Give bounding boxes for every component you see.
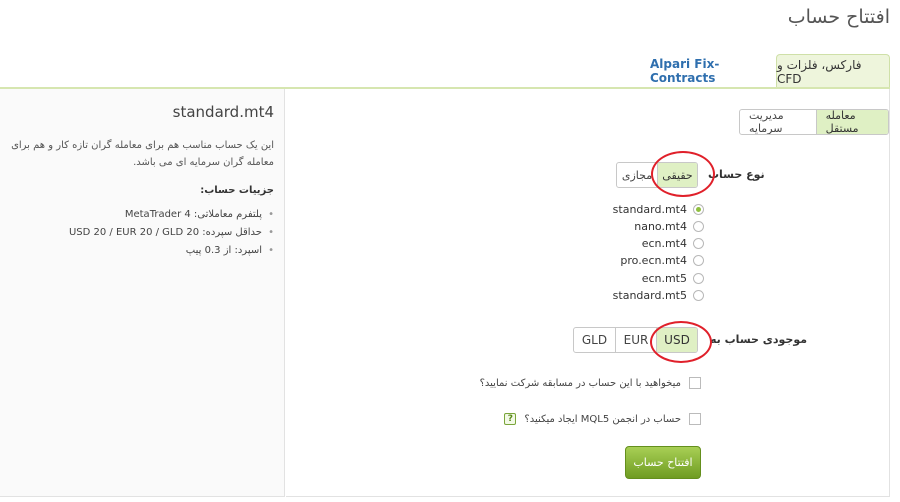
account-option-pro-ecn-mt4[interactable]: pro.ecn.mt4 [586, 252, 704, 269]
page-title: افتتاح حساب [787, 6, 890, 28]
tab-alpari-fix-contracts[interactable]: Alpari Fix-Contracts [650, 54, 772, 88]
currency-usd[interactable]: USD [656, 328, 697, 352]
mql5-option[interactable]: حساب در انجمن MQL5 ایجاد میکنید؟ ? [504, 413, 701, 425]
account-option-label: ecn.mt4 [641, 237, 687, 250]
account-form-panel: مدیریت سرمایه معامله مستقل نوع حساب مجاز… [286, 89, 890, 497]
account-type-demo[interactable]: مجازی [617, 163, 657, 187]
contest-checkbox[interactable] [689, 377, 701, 389]
radio-button[interactable] [693, 273, 704, 284]
account-option-label: standard.mt5 [612, 289, 687, 302]
contest-option[interactable]: میخواهید با این حساب در مسابقه شرکت نمای… [480, 377, 701, 389]
radio-button[interactable] [693, 255, 704, 266]
detail-platform: پلتفرم معاملاتی: MetaTrader 4 [8, 206, 274, 224]
currency-label: موجودی حساب به [710, 333, 808, 346]
account-type-label: نوع حساب [708, 168, 765, 181]
help-icon[interactable]: ? [504, 413, 517, 425]
account-type-real[interactable]: حقیقی [657, 163, 697, 187]
detail-spread: اسپرد: از 0.3 پیپ [8, 242, 274, 260]
radio-button[interactable] [693, 221, 704, 232]
account-option-label: nano.mt4 [634, 220, 687, 233]
account-option-label: pro.ecn.mt4 [620, 254, 687, 267]
mql5-checkbox[interactable] [689, 413, 701, 425]
mode-option-independent[interactable]: معامله مستقل [815, 110, 888, 134]
mode-option-investment[interactable]: مدیریت سرمایه [740, 110, 816, 134]
detail-min-deposit: حداقل سپرده: USD 20 / EUR 20 / GLD 20 [8, 224, 274, 242]
currency-gld[interactable]: GLD [574, 328, 615, 352]
account-details-list: پلتفرم معاملاتی: MetaTrader 4 حداقل سپرد… [8, 206, 274, 260]
trading-mode-toggle: مدیریت سرمایه معامله مستقل [739, 109, 889, 135]
account-details-heading: جزییات حساب: [200, 185, 274, 196]
radio-button[interactable] [693, 238, 704, 249]
account-option-label: ecn.mt5 [641, 272, 687, 285]
account-option-standard-mt5[interactable]: standard.mt5 [586, 287, 704, 304]
radio-button[interactable] [693, 290, 704, 301]
account-info-title: standard.mt4 [172, 103, 274, 121]
account-option-nano-mt4[interactable]: nano.mt4 [586, 218, 704, 235]
mql5-label: حساب در انجمن MQL5 ایجاد میکنید؟ [524, 413, 681, 425]
currency-toggle: GLD EUR USD [573, 327, 698, 353]
account-type-toggle: مجازی حقیقی [616, 162, 698, 188]
account-option-ecn-mt4[interactable]: ecn.mt4 [586, 235, 704, 252]
open-account-button[interactable]: افتتاح حساب [625, 446, 701, 479]
account-info-description: این یک حساب مناسب هم برای معامله گران تا… [11, 140, 274, 168]
tab-forex-metals-cfd[interactable]: فارکس، فلزات و CFD [776, 54, 890, 88]
account-option-label: standard.mt4 [612, 203, 687, 216]
radio-button[interactable] [693, 204, 704, 215]
contest-label: میخواهید با این حساب در مسابقه شرکت نمای… [479, 377, 681, 389]
account-option-standard-mt4[interactable]: standard.mt4 [586, 201, 704, 218]
currency-eur[interactable]: EUR [615, 328, 656, 352]
account-info-panel: standard.mt4 این یک حساب مناسب هم برای م… [0, 89, 285, 497]
account-option-ecn-mt5[interactable]: ecn.mt5 [586, 270, 704, 287]
